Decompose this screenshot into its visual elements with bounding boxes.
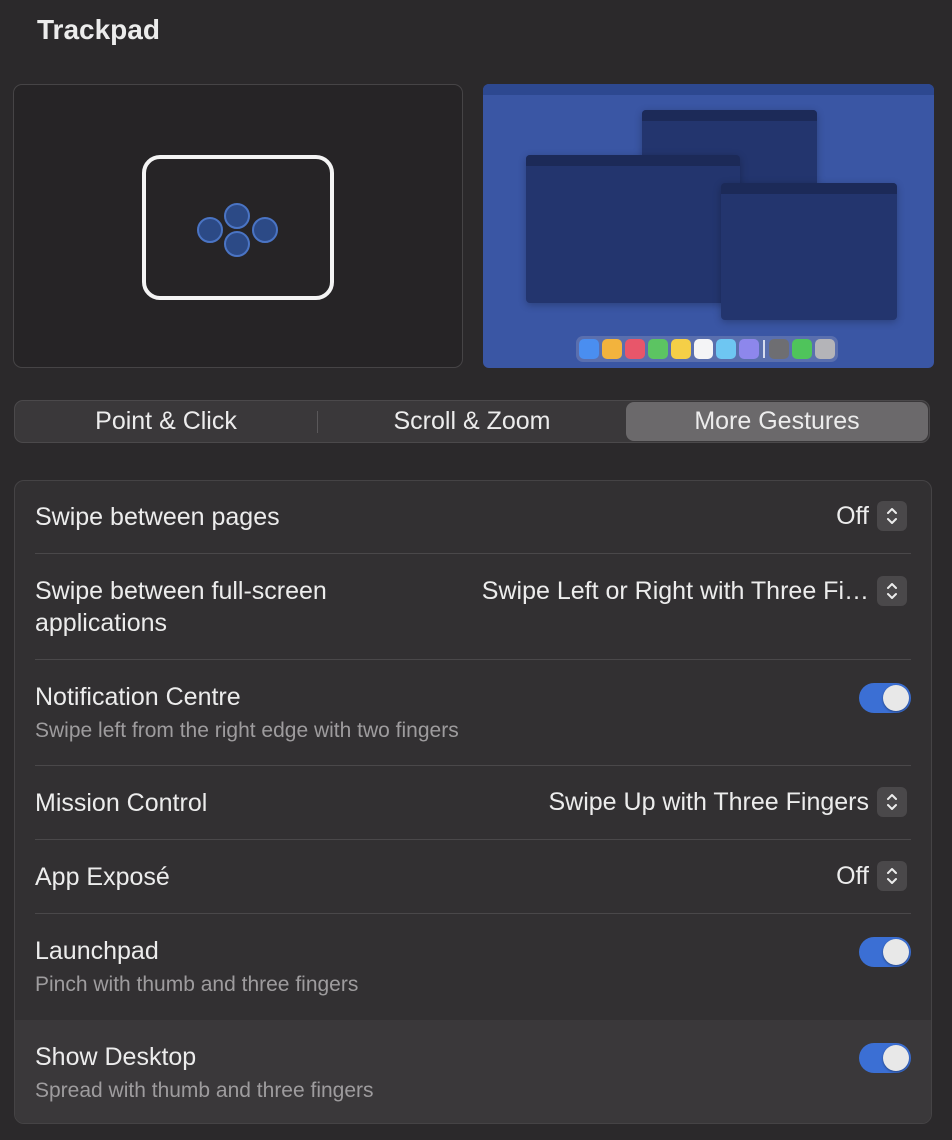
setting-row-app-expose: App Exposé Off <box>15 840 931 914</box>
swipe-fullscreen-label-line1: Swipe between full-screen <box>35 577 327 605</box>
setting-row-mission-control: Mission Control Swipe Up with Three Fing… <box>15 766 931 840</box>
launchpad-toggle[interactable] <box>859 937 911 967</box>
show-desktop-toggle[interactable] <box>859 1043 911 1073</box>
tab-scroll-and-zoom[interactable]: Scroll & Zoom <box>320 402 624 441</box>
finger-dot-icon <box>224 231 250 257</box>
finger-dot-icon <box>224 203 250 229</box>
dock-app-icon <box>769 339 790 359</box>
swipe-fullscreen-label-line2: applications <box>35 609 168 637</box>
trackpad-icon <box>142 155 334 300</box>
show-desktop-label: Show Desktop <box>35 1043 197 1071</box>
toggle-knob <box>883 939 909 965</box>
toggle-knob <box>883 685 909 711</box>
setting-row-notification-centre: Notification Centre Swipe left from the … <box>15 660 931 766</box>
app-expose-popup[interactable]: Off <box>836 861 907 891</box>
dock-app-icon <box>624 339 645 359</box>
finger-dot-icon <box>252 217 278 243</box>
swipe-pages-popup[interactable]: Off <box>836 501 907 531</box>
mission-control-label: Mission Control <box>35 789 208 817</box>
swipe-pages-label: Swipe between pages <box>35 503 280 531</box>
trackpad-settings-pane: Trackpad Point & Click Scroll & Zoom Mor… <box>0 0 952 1140</box>
dock-app-icon <box>716 339 737 359</box>
tab-divider <box>317 411 318 433</box>
mission-control-popup[interactable]: Swipe Up with Three Fingers <box>548 787 907 817</box>
up-down-chevron-icon <box>877 576 907 606</box>
launchpad-label: Launchpad <box>35 937 159 965</box>
dock-app-icon <box>792 339 813 359</box>
dock-app-icon <box>815 339 835 359</box>
setting-row-swipe-fullscreen: Swipe between full-screen applications S… <box>15 554 931 660</box>
gesture-preview-desktop <box>483 84 934 368</box>
up-down-chevron-icon <box>877 861 907 891</box>
gesture-tabs: Point & Click Scroll & Zoom More Gesture… <box>14 400 930 443</box>
setting-row-show-desktop: Show Desktop Spread with thumb and three… <box>15 1020 931 1123</box>
dock-app-icon <box>739 339 760 359</box>
notification-centre-toggle[interactable] <box>859 683 911 713</box>
swipe-pages-value: Off <box>836 501 869 530</box>
toggle-knob <box>883 1045 909 1071</box>
mission-control-value: Swipe Up with Three Fingers <box>548 787 869 816</box>
tab-point-and-click[interactable]: Point & Click <box>16 402 316 441</box>
finger-dot-icon <box>197 217 223 243</box>
preview-window <box>526 155 740 303</box>
swipe-fullscreen-value: Swipe Left or Right with Three Fi… <box>481 576 869 605</box>
swipe-fullscreen-popup[interactable]: Swipe Left or Right with Three Fi… <box>482 576 907 606</box>
dock-app-icon <box>670 339 691 359</box>
preview-window <box>721 183 897 320</box>
notification-centre-description: Swipe left from the right edge with two … <box>35 719 459 742</box>
app-expose-value: Off <box>836 861 869 890</box>
launchpad-description: Pinch with thumb and three fingers <box>35 973 359 996</box>
gesture-preview-trackpad <box>13 84 463 368</box>
dock-app-icon <box>579 339 599 359</box>
tab-more-gestures[interactable]: More Gestures <box>626 402 928 441</box>
show-desktop-description: Spread with thumb and three fingers <box>35 1079 374 1102</box>
setting-row-swipe-pages: Swipe between pages Off <box>15 481 931 554</box>
up-down-chevron-icon <box>877 501 907 531</box>
dock-app-icon <box>601 339 622 359</box>
app-expose-label: App Exposé <box>35 863 170 891</box>
up-down-chevron-icon <box>877 787 907 817</box>
dock-app-icon <box>647 339 668 359</box>
preview-dock <box>576 336 838 362</box>
dock-separator <box>763 340 766 358</box>
desktop-menubar <box>483 84 934 95</box>
page-title: Trackpad <box>37 14 160 45</box>
notification-centre-label: Notification Centre <box>35 683 241 711</box>
gesture-settings-list: Swipe between pages Off Swipe between fu… <box>14 480 932 1124</box>
dock-app-icon <box>693 339 714 359</box>
setting-row-launchpad: Launchpad Pinch with thumb and three fin… <box>15 914 931 1020</box>
